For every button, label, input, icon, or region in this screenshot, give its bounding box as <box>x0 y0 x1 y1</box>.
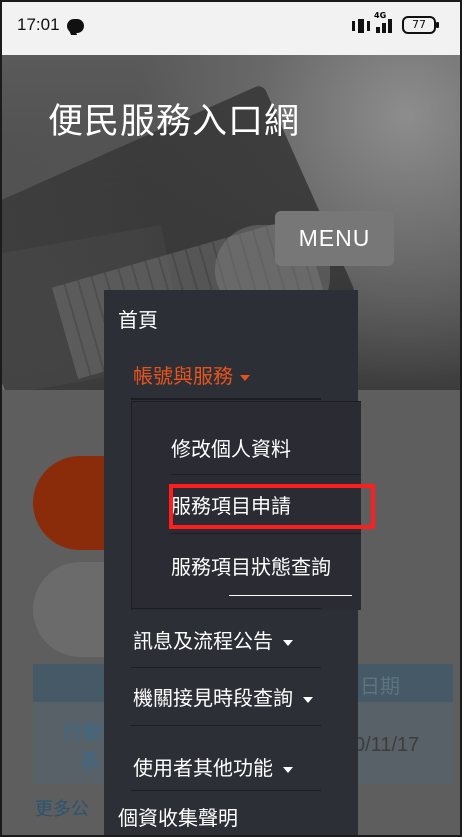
messages-announcements-label: 訊息及流程公告 <box>133 629 273 653</box>
menu-item-privacy-statement[interactable]: 個資收集聲明 <box>118 802 238 831</box>
status-time: 17:01 <box>17 15 60 34</box>
submenu-divider <box>229 595 352 596</box>
menu-item-user-other-functions[interactable]: 使用者其他功能 <box>133 752 293 781</box>
battery-level: 77 <box>402 16 439 34</box>
announcement-title-fragment-2[interactable]: 系 <box>80 745 100 774</box>
menu-item-messages-announcements[interactable]: 訊息及流程公告 <box>133 625 293 654</box>
more-announcements-link[interactable]: 更多公 <box>35 795 89 821</box>
caret-down-icon <box>283 766 293 773</box>
accounts-services-submenu: 修改個人資料 服務項目申請 服務項目狀態查詢 <box>131 401 375 610</box>
announcement-title-fragment[interactable]: 行動 <box>63 716 103 745</box>
submenu-item-edit-profile[interactable]: 修改個人資料 <box>171 433 291 462</box>
menu-button[interactable]: MENU <box>275 211 394 266</box>
menu-item-home[interactable]: 首頁 <box>118 304 158 333</box>
date-column-header: 日期 <box>360 674 400 698</box>
caret-down-icon <box>283 639 293 646</box>
line-icon <box>67 19 84 33</box>
caret-down-icon <box>303 696 313 703</box>
vibrate-icon <box>351 18 371 34</box>
agency-reception-query-label: 機關接見時段查詢 <box>133 686 293 710</box>
service-application-highlight <box>169 484 375 529</box>
menu-item-accounts-services[interactable]: 帳號與服務 <box>133 360 250 389</box>
submenu-item-service-status-query[interactable]: 服務項目狀態查詢 <box>171 551 331 580</box>
navigation-dropdown-menu: 首頁 帳號與服務 修改個人資料 服務項目申請 服務項目狀態查詢 訊息及流程公告 … <box>104 290 375 837</box>
menu-divider <box>131 608 321 609</box>
caret-down-icon <box>240 374 250 381</box>
signal-icon: 4G <box>374 11 396 35</box>
submenu-divider <box>171 533 361 534</box>
accounts-services-label: 帳號與服務 <box>133 364 233 388</box>
site-title: 便民服務入口網 <box>48 102 301 142</box>
menu-divider <box>131 398 321 400</box>
user-other-functions-label: 使用者其他功能 <box>133 756 273 780</box>
submenu-divider <box>171 474 361 475</box>
announcement-date: 0/11/17 <box>354 734 420 756</box>
menu-divider <box>131 725 321 726</box>
menu-item-agency-reception-query[interactable]: 機關接見時段查詢 <box>133 682 313 711</box>
status-bar: 17:01 4G 77 <box>0 0 462 55</box>
menu-divider <box>131 667 321 668</box>
menu-divider <box>131 790 321 791</box>
network-type-label: 4G <box>374 11 387 20</box>
phone-screen: 17:01 4G 77 便民服務入口網 MENU 日期 行動 系 0/11/17… <box>0 0 462 837</box>
